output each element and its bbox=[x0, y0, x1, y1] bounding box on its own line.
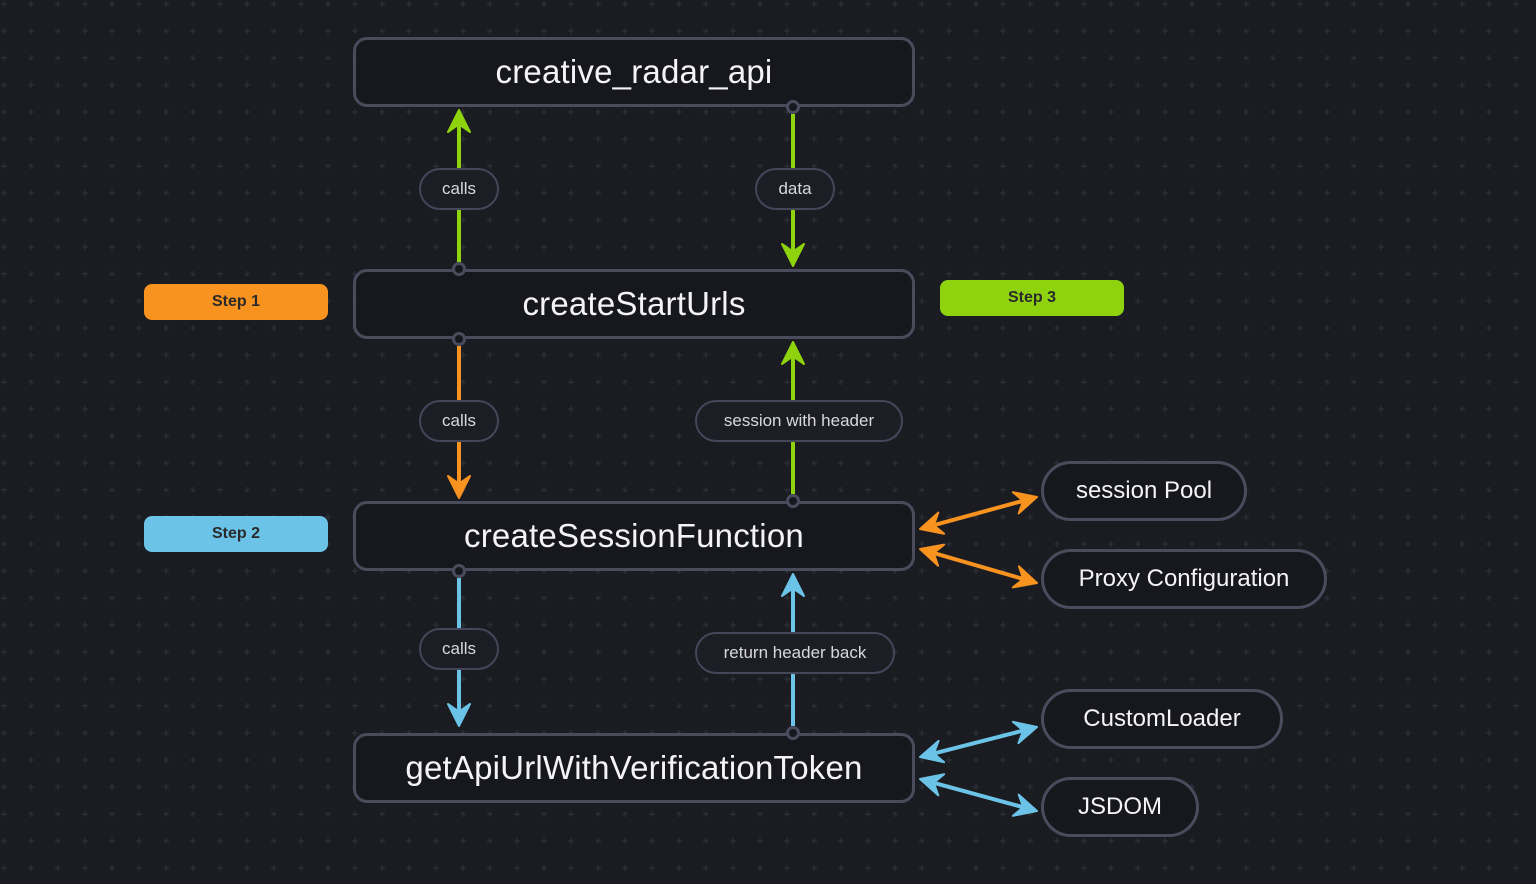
port-get-api-url-top[interactable] bbox=[786, 726, 800, 740]
node-custom-loader[interactable]: CustomLoader bbox=[1041, 689, 1283, 749]
step-2-badge: Step 2 bbox=[144, 516, 328, 552]
node-proxy-configuration[interactable]: Proxy Configuration bbox=[1041, 549, 1327, 609]
edge-proxy-configuration-line bbox=[929, 549, 1028, 583]
edge-label-calls-step2: calls bbox=[419, 628, 499, 670]
node-create-session-function[interactable]: createSessionFunction bbox=[353, 501, 915, 571]
edge-label-data: data bbox=[755, 168, 835, 210]
edge-custom-loader-line bbox=[929, 727, 1028, 757]
edge-jsdom-line bbox=[929, 779, 1028, 811]
step-1-badge: Step 1 bbox=[144, 284, 328, 320]
node-create-start-urls[interactable]: createStartUrls bbox=[353, 269, 915, 339]
node-jsdom[interactable]: JSDOM bbox=[1041, 777, 1199, 837]
port-create-start-urls-bottom[interactable] bbox=[452, 332, 466, 346]
edge-label-calls-step3: calls bbox=[419, 168, 499, 210]
edge-label-return-header-back: return header back bbox=[695, 632, 895, 674]
edge-label-calls-step1: calls bbox=[419, 400, 499, 442]
edge-label-session-with-header: session with header bbox=[695, 400, 903, 442]
port-create-session-function-top[interactable] bbox=[786, 494, 800, 508]
port-create-session-function-bottom[interactable] bbox=[452, 564, 466, 578]
port-create-start-urls-top[interactable] bbox=[452, 262, 466, 276]
node-session-pool[interactable]: session Pool bbox=[1041, 461, 1247, 521]
node-get-api-url-with-verification-token[interactable]: getApiUrlWithVerificationToken bbox=[353, 733, 915, 803]
step-3-badge: Step 3 bbox=[940, 280, 1124, 316]
node-creative-radar-api[interactable]: creative_radar_api bbox=[353, 37, 915, 107]
edge-session-pool-line bbox=[929, 497, 1028, 529]
port-creative-radar-api-out[interactable] bbox=[786, 100, 800, 114]
